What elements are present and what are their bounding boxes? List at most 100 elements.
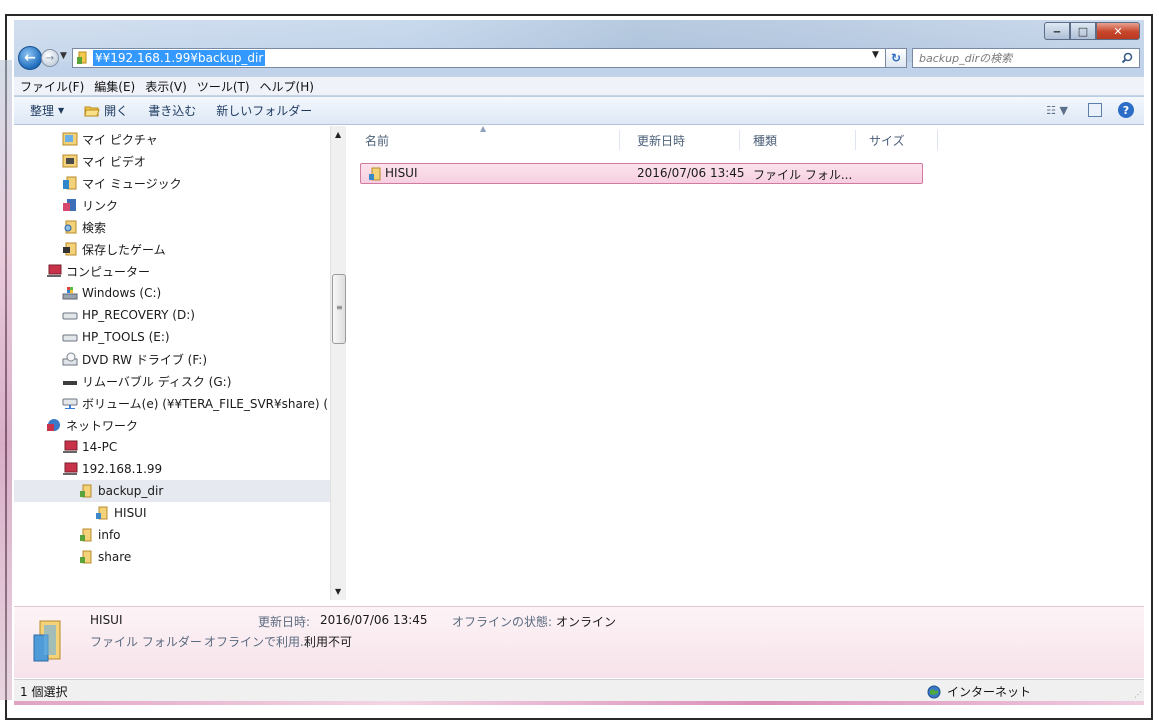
tree-item-drive-d[interactable]: HP_RECOVERY (D:)	[62, 304, 195, 326]
back-button[interactable]: ←	[18, 46, 42, 70]
scroll-thumb[interactable]: ≡	[332, 274, 346, 344]
tree-item-network[interactable]: ネットワーク	[46, 414, 138, 436]
network-icon	[47, 419, 60, 431]
tree-label: Windows (C:)	[82, 286, 162, 300]
column-modified[interactable]: 更新日時	[637, 132, 685, 149]
tree-item-links[interactable]: リンク	[62, 194, 118, 216]
globe-icon	[927, 685, 941, 698]
windows-drive-icon	[62, 287, 78, 300]
column-separator[interactable]	[855, 130, 856, 150]
column-size[interactable]: サイズ	[869, 132, 905, 149]
nav-scrollbar[interactable]: ▲ ≡ ▼	[330, 126, 346, 600]
minimize-button[interactable]: ‒	[1044, 22, 1070, 40]
file-name: HISUI	[385, 166, 418, 180]
search-icon[interactable]	[1121, 52, 1133, 64]
tree-item-saved-games[interactable]: 保存したゲーム	[62, 238, 166, 260]
tree-item-hisui[interactable]: HISUI	[94, 502, 147, 524]
scroll-down-icon[interactable]: ▼	[335, 587, 341, 596]
details-modified-label: 更新日時:	[258, 615, 311, 629]
address-path[interactable]: ¥¥192.168.1.99¥backup_dir	[93, 50, 266, 66]
navigation-row: ← → ▼ ¥¥192.168.1.99¥backup_dir ▼ ↻ back…	[14, 44, 1144, 70]
resize-grip-icon[interactable]: ⋰	[1134, 690, 1142, 699]
help-icon[interactable]: ?	[1118, 102, 1134, 118]
tree-item-search[interactable]: 検索	[62, 216, 106, 238]
column-name[interactable]: 名前	[365, 132, 389, 149]
search-box[interactable]: backup_dirの検索	[912, 48, 1140, 68]
forward-button[interactable]: →	[41, 49, 59, 67]
column-type[interactable]: 種類	[753, 132, 777, 149]
tree-label: 192.168.1.99	[82, 462, 163, 476]
tree-item-my-videos[interactable]: マイ ビデオ	[62, 150, 146, 172]
maximize-button[interactable]: □	[1070, 22, 1096, 40]
shared-folder-icon	[80, 550, 92, 564]
file-row[interactable]: HISUI 2016/07/06 13:45 ファイル フォル...	[360, 163, 923, 184]
tree-label: マイ ピクチャ	[82, 132, 158, 147]
details-type: ファイル フォルダー	[90, 635, 202, 649]
tree-item-drive-g[interactable]: リムーバブル ディスク (G:)	[62, 370, 231, 392]
column-separator[interactable]	[619, 130, 620, 150]
menu-bar: ファイル(F) 編集(E) 表示(V) ツール(T) ヘルプ(H)	[14, 76, 1144, 96]
tree-item-backup-dir[interactable]: backup_dir	[14, 480, 346, 502]
tree-label: info	[98, 528, 121, 542]
tree-label: マイ ミュージック	[82, 176, 182, 191]
new-folder-button[interactable]: 新しいフォルダー	[216, 102, 312, 119]
network-drive-icon	[62, 398, 78, 409]
tree-label: リムーバブル ディスク (G:)	[82, 374, 232, 389]
selection-count: 1 個選択	[20, 685, 68, 699]
scroll-up-icon[interactable]: ▲	[335, 130, 341, 139]
address-dropdown-icon[interactable]: ▼	[872, 50, 879, 60]
column-separator[interactable]	[937, 130, 938, 150]
videos-icon	[62, 154, 78, 168]
tree-item-drive-f[interactable]: DVD RW ドライブ (F:)	[62, 348, 207, 370]
details-offline-status-value: オンライン	[556, 615, 617, 629]
command-bar: 整理 ▼ 開く 書き込む 新しいフォルダー ☷ ▼ ?	[14, 97, 1144, 125]
refresh-button[interactable]: ↻	[885, 48, 907, 68]
details-offline-status-label: オフラインの状態:	[452, 615, 553, 629]
tree-item-192-168-1-99[interactable]: 192.168.1.99	[62, 458, 162, 480]
preview-pane-icon[interactable]	[1088, 103, 1102, 117]
tree-item-info[interactable]: info	[78, 524, 121, 546]
tree-item-14-pc[interactable]: 14-PC	[62, 436, 117, 458]
removable-icon	[63, 381, 77, 385]
menu-edit[interactable]: 編集(E)	[94, 78, 135, 95]
organize-button[interactable]: 整理 ▼	[30, 102, 64, 119]
open-folder-icon	[84, 106, 100, 116]
views-icon[interactable]: ☷ ▼	[1046, 104, 1068, 117]
tree-item-computer[interactable]: コンピューター	[46, 260, 150, 282]
tree-label: ボリューム(e) (¥¥TERA_FILE_SVR¥share) (	[82, 396, 329, 411]
close-button[interactable]: ✕	[1096, 22, 1140, 40]
menu-tools[interactable]: ツール(T)	[197, 78, 250, 95]
tree-item-my-music[interactable]: マイ ミュージック	[62, 172, 182, 194]
shared-folder-icon	[80, 484, 92, 498]
menu-view[interactable]: 表示(V)	[145, 78, 187, 95]
pictures-icon	[62, 132, 78, 146]
tree-label: 検索	[82, 220, 107, 235]
folder-icon	[369, 167, 381, 181]
window-controls: ‒ □ ✕	[1044, 22, 1140, 40]
drive-icon	[62, 312, 78, 320]
tree-item-network-drive[interactable]: ボリューム(e) (¥¥TERA_FILE_SVR¥share) (	[62, 392, 328, 414]
tree-label: HISUI	[114, 506, 147, 520]
tree-label: リンク	[82, 198, 119, 213]
details-pane: HISUI 更新日時: 2016/07/06 13:45 オフラインの状態: オ…	[14, 606, 1144, 678]
window-left-edge	[0, 60, 12, 700]
tree-item-drive-c[interactable]: Windows (C:)	[62, 282, 161, 304]
links-icon	[63, 199, 76, 211]
tree-item-share[interactable]: share	[78, 546, 131, 568]
drive-icon	[62, 334, 78, 342]
burn-button[interactable]: 書き込む	[148, 102, 196, 119]
menu-file[interactable]: ファイル(F)	[20, 78, 84, 95]
history-dropdown-icon[interactable]: ▼	[60, 51, 67, 61]
sort-ascending-icon: ▲	[480, 124, 487, 133]
tree-item-drive-e[interactable]: HP_TOOLS (E:)	[62, 326, 170, 348]
tree-item-my-pictures[interactable]: マイ ピクチャ	[62, 128, 158, 150]
menu-help[interactable]: ヘルプ(H)	[260, 78, 314, 95]
tree-label: コンピューター	[66, 264, 151, 279]
column-separator[interactable]	[739, 130, 740, 150]
dvd-icon	[62, 352, 78, 366]
explorer-window: ‒ □ ✕ ← → ▼ ¥¥192.168.1.99¥backup_dir ▼ …	[0, 20, 1144, 717]
details-modified-value: 2016/07/06 13:45	[320, 613, 428, 627]
open-button[interactable]: 開く	[84, 102, 128, 119]
address-bar[interactable]: ¥¥192.168.1.99¥backup_dir	[72, 48, 900, 68]
organize-label: 整理	[30, 104, 55, 118]
